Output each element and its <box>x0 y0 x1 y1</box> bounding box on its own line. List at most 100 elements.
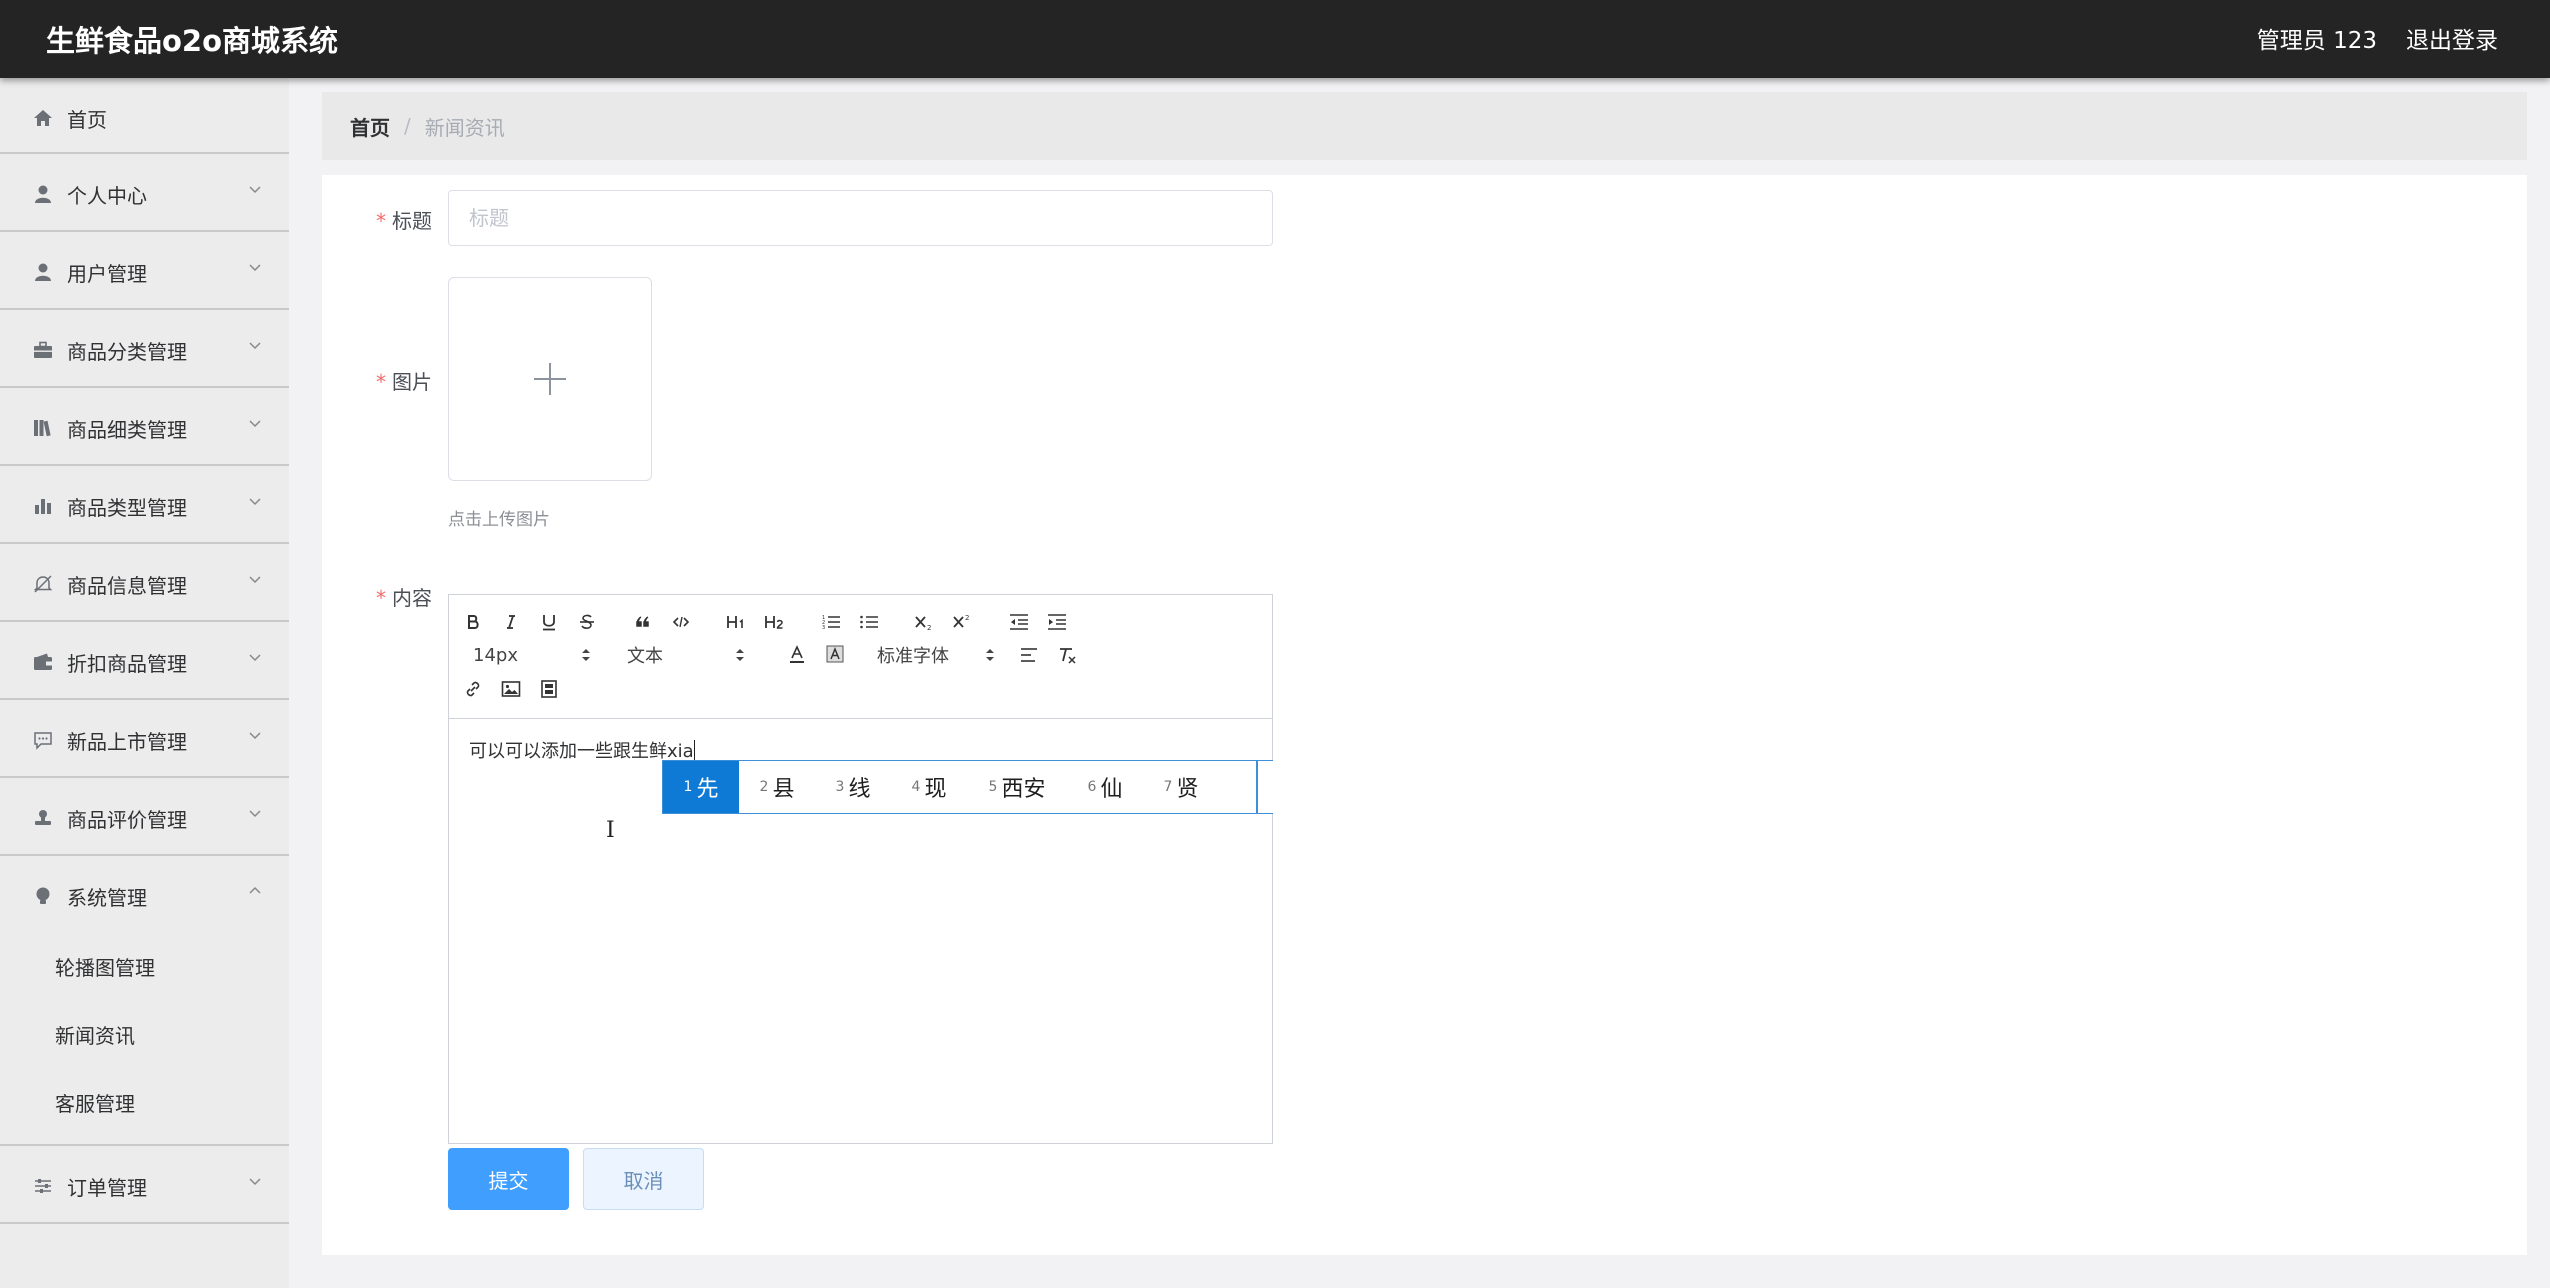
ime-candidate[interactable]: 7贤 <box>1143 761 1219 813</box>
sidebar-item-personal[interactable]: 个人中心 <box>0 154 289 232</box>
link-icon <box>466 681 480 697</box>
select-arrows-icon <box>986 649 994 661</box>
chevron-down-icon <box>249 576 261 584</box>
select-arrows-icon <box>736 649 744 661</box>
italic-button[interactable] <box>497 609 525 635</box>
align-button[interactable] <box>1015 642 1043 668</box>
svg-text:3: 3 <box>822 625 825 631</box>
chevron-down-icon <box>249 186 261 194</box>
sidebar-item-info[interactable]: 商品信息管理 <box>0 544 289 622</box>
chevron-down-icon <box>249 654 261 662</box>
chevron-down-icon <box>249 732 261 740</box>
header-select[interactable]: 文本 <box>627 642 745 668</box>
video-button[interactable] <box>535 676 563 702</box>
sidebar-item-new-products[interactable]: 新品上市管理 <box>0 700 289 778</box>
subscript-icon: 2 <box>915 616 931 631</box>
code-block-button[interactable] <box>667 609 695 635</box>
link-button[interactable] <box>459 676 487 702</box>
quote-icon <box>636 616 649 627</box>
sidebar-item-system[interactable]: 系统管理 <box>0 856 289 934</box>
sidebar-item-label: 用户管理 <box>67 262 147 286</box>
underline-icon <box>543 615 555 631</box>
breadcrumb-home[interactable]: 首页 <box>350 112 390 141</box>
sidebar-item-home[interactable]: 首页 <box>0 78 289 154</box>
chevron-up-icon <box>249 886 261 894</box>
font-family-select[interactable]: 标准字体 <box>877 642 995 668</box>
ime-candidate[interactable]: 3线 <box>815 761 891 813</box>
sidebar-item-label: 商品评价管理 <box>67 808 187 832</box>
video-icon <box>541 680 557 698</box>
h1-icon <box>727 616 743 628</box>
top-bar: 生鲜食品o2o商城系统 管理员 123 退出登录 <box>0 0 2550 78</box>
breadcrumb: 首页 / 新闻资讯 <box>322 92 2527 160</box>
briefcase-icon <box>32 339 54 361</box>
header-1-button[interactable] <box>723 609 751 635</box>
bullet-list-icon <box>860 615 878 629</box>
chevron-down-icon <box>249 420 261 428</box>
sidebar-item-label: 商品细类管理 <box>67 418 187 442</box>
blockquote-button[interactable] <box>629 609 657 635</box>
bold-icon <box>468 615 479 629</box>
chevron-down-icon <box>249 264 261 272</box>
text-caret <box>693 740 695 760</box>
content-label: * 内容 <box>376 586 432 610</box>
cancel-button[interactable]: 取消 <box>583 1148 704 1210</box>
editor-toolbar: 123 2 2 14px 文本 标准字体 <box>449 595 1272 719</box>
submit-button[interactable]: 提交 <box>448 1148 569 1210</box>
ime-candidate-bar: 1先 2县 3线 4现 5 西安 6仙 7贤 <box>662 760 1257 814</box>
title-input[interactable] <box>448 190 1273 246</box>
bold-button[interactable] <box>459 609 487 635</box>
superscript-button[interactable]: 2 <box>949 609 977 635</box>
outdent-icon <box>1010 614 1028 630</box>
font-size-select[interactable]: 14px <box>473 642 591 668</box>
sidebar-item-users[interactable]: 用户管理 <box>0 232 289 310</box>
sidebar-subitem-support[interactable]: 客服管理 <box>0 1070 289 1138</box>
bulb-icon <box>32 885 54 907</box>
chevron-down-icon <box>249 1178 261 1186</box>
sidebar-item-category[interactable]: 商品分类管理 <box>0 310 289 388</box>
image-button[interactable] <box>497 676 525 702</box>
outdent-button[interactable] <box>1005 609 1033 635</box>
text-color-button[interactable] <box>783 642 811 668</box>
sidebar-item-reviews[interactable]: 商品评价管理 <box>0 778 289 856</box>
sidebar-item-subcategory[interactable]: 商品细类管理 <box>0 388 289 466</box>
sidebar-item-label: 个人中心 <box>67 184 147 208</box>
sidebar: 首页 个人中心 用户管理 商品分类管理 商品细类管理 商品类型管理 商品信息管理… <box>0 78 289 1288</box>
ime-page-control[interactable] <box>1256 760 1273 814</box>
indent-button[interactable] <box>1043 609 1071 635</box>
chat-icon <box>32 729 54 751</box>
ime-candidate[interactable]: 6仙 <box>1067 761 1143 813</box>
sidebar-subitem-news[interactable]: 新闻资讯 <box>0 1002 289 1070</box>
sidebar-item-type[interactable]: 商品类型管理 <box>0 466 289 544</box>
ime-candidate[interactable]: 4现 <box>891 761 967 813</box>
strike-button[interactable] <box>573 609 601 635</box>
system-submenu: 轮播图管理 新闻资讯 客服管理 <box>0 934 289 1146</box>
bar-chart-icon <box>32 495 54 517</box>
subscript-button[interactable]: 2 <box>911 609 939 635</box>
chevron-down-icon <box>249 810 261 818</box>
background-color-button[interactable] <box>821 642 849 668</box>
sliders-icon <box>32 1175 54 1197</box>
mouse-text-cursor: I <box>606 818 615 843</box>
ime-candidate[interactable]: 5 西安 <box>967 761 1067 813</box>
image-label: * 图片 <box>376 370 432 394</box>
bell-off-icon <box>32 573 54 595</box>
text-color-icon <box>790 645 804 663</box>
ime-candidate[interactable]: 2县 <box>739 761 815 813</box>
strikethrough-icon <box>580 614 594 629</box>
sidebar-item-discount[interactable]: 折扣商品管理 <box>0 622 289 700</box>
ime-candidate[interactable]: 1先 <box>663 761 739 813</box>
sidebar-item-label: 首页 <box>67 108 107 132</box>
clear-format-button[interactable] <box>1053 642 1081 668</box>
image-uploader[interactable] <box>448 277 652 481</box>
ordered-list-button[interactable]: 123 <box>817 609 845 635</box>
underline-button[interactable] <box>535 609 563 635</box>
svg-text:2: 2 <box>927 624 931 631</box>
bullet-list-button[interactable] <box>855 609 883 635</box>
upload-hint: 点击上传图片 <box>448 510 550 530</box>
sidebar-subitem-carousel[interactable]: 轮播图管理 <box>0 934 289 1002</box>
header-2-button[interactable] <box>761 609 789 635</box>
logout-button[interactable]: 退出登录 <box>2406 21 2498 55</box>
select-arrows-icon <box>582 649 590 661</box>
sidebar-item-orders[interactable]: 订单管理 <box>0 1146 289 1224</box>
